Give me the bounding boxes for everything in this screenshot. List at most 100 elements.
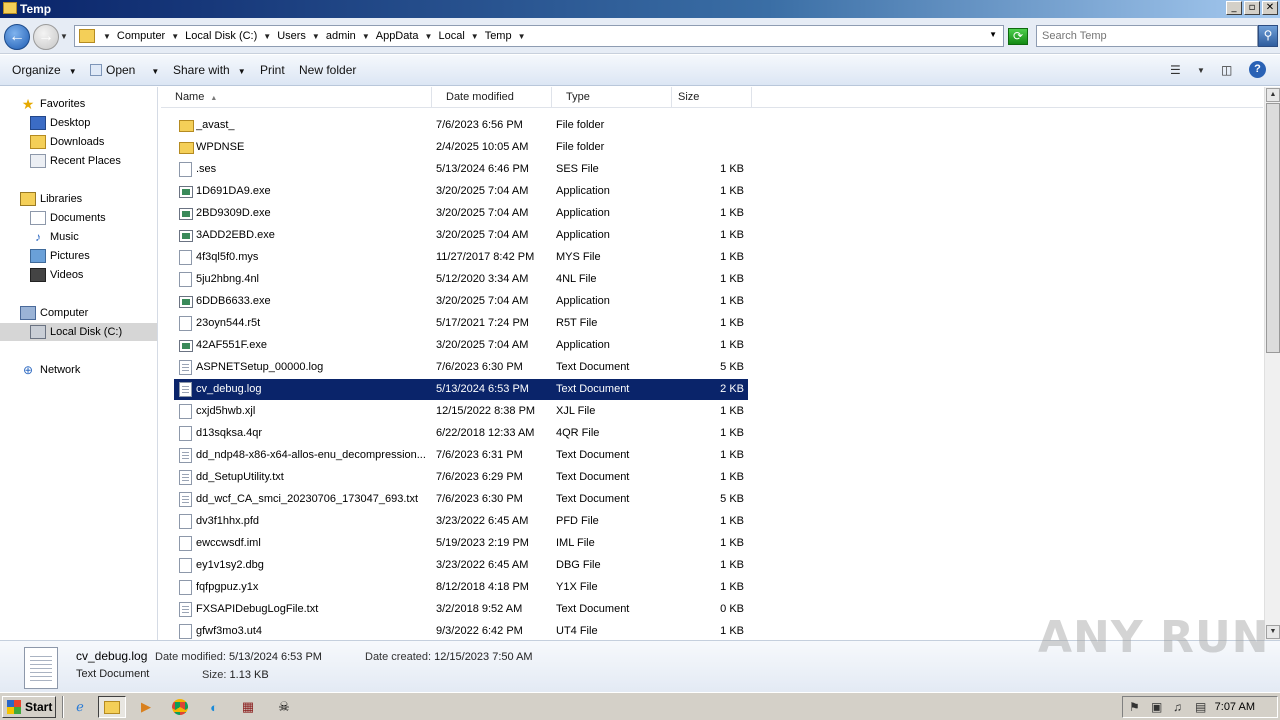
breadcrumb-admin[interactable]: admin xyxy=(326,30,356,42)
file-row[interactable]: _avast_ 7/6/2023 6:56 PM File folder xyxy=(174,115,748,136)
forward-button[interactable]: → xyxy=(33,24,59,50)
file-row[interactable]: .ses 5/13/2024 6:46 PM SES File 1 KB xyxy=(174,159,748,180)
file-row[interactable]: dd_SetupUtility.txt 7/6/2023 6:29 PM Text … xyxy=(174,467,748,488)
nav-local-disk[interactable]: Local Disk (C:) xyxy=(0,323,157,341)
file-row[interactable]: cxjd5hwb.xjl 12/15/2022 8:38 PM XJL File 1 … xyxy=(174,401,748,422)
clock[interactable]: 7:07 AM xyxy=(1215,701,1255,713)
minimize-button[interactable]: _ xyxy=(1226,1,1242,15)
breadcrumb-local-disk[interactable]: Local Disk (C:) xyxy=(185,30,257,42)
nav-computer[interactable]: Computer xyxy=(20,304,88,322)
file-row[interactable]: 23oyn544.r5t 5/17/2021 7:24 PM R5T File 1 K… xyxy=(174,313,748,334)
star-icon: ★ xyxy=(21,96,35,112)
column-date-modified[interactable]: Date modified xyxy=(432,87,552,108)
file-size: 1 KB xyxy=(720,537,744,549)
file-row[interactable]: 6DDB6633.exe 3/20/2025 7:04 AM Application… xyxy=(174,291,748,312)
file-type: File folder xyxy=(556,141,605,153)
file-row[interactable]: 1D691DA9.exe 3/20/2025 7:04 AM Application… xyxy=(174,181,748,202)
nav-downloads[interactable]: Downloads xyxy=(30,133,104,151)
file-row[interactable]: ey1v1sy2.dbg 3/23/2022 6:45 AM DBG File 1 K… xyxy=(174,555,748,576)
chevron-down-icon[interactable]: ▼ xyxy=(518,32,526,41)
action-center-flag-icon[interactable]: ⚑ xyxy=(1129,700,1140,714)
chevron-down-icon[interactable]: ▼ xyxy=(171,32,179,41)
file-row[interactable]: 4f3ql5f0.mys 11/27/2017 8:42 PM MYS File 1 … xyxy=(174,247,748,268)
breadcrumb-users[interactable]: Users xyxy=(277,30,306,42)
chevron-down-icon[interactable]: ▼ xyxy=(1197,66,1205,75)
file-row[interactable]: fqfpgpuz.y1x 8/12/2018 4:18 PM Y1X File 1 K… xyxy=(174,577,748,598)
explorer-icon[interactable] xyxy=(98,696,126,718)
breadcrumb-appdata[interactable]: AppData xyxy=(376,30,419,42)
file-row[interactable]: 2BD9309D.exe 3/20/2025 7:04 AM Application… xyxy=(174,203,748,224)
nav-music[interactable]: ♪ Music xyxy=(30,228,79,246)
nav-network[interactable]: ⊕ Network xyxy=(20,361,80,379)
volume-icon[interactable]: ♫ xyxy=(1173,700,1182,714)
file-row[interactable]: gfwf3mo3.ut4 9/3/2022 6:42 PM UT4 File 1 KB xyxy=(174,621,748,640)
internet-explorer-icon[interactable]: ℯ xyxy=(66,696,94,718)
search-icon[interactable]: ⚲ xyxy=(1258,25,1278,47)
search-input[interactable] xyxy=(1037,26,1237,46)
view-options-icon[interactable]: ☰ xyxy=(1170,63,1181,77)
column-name[interactable]: Name ▲ xyxy=(161,87,432,108)
address-history-dropdown[interactable]: ▼ xyxy=(989,30,997,39)
vertical-scrollbar[interactable]: ▲ ▼ xyxy=(1264,87,1280,640)
file-list: _avast_ 7/6/2023 6:56 PM File folder WPDNSE… xyxy=(161,108,1263,640)
chrome-icon[interactable] xyxy=(166,696,194,718)
file-row[interactable]: WPDNSE 2/4/2025 10:05 AM File folder xyxy=(174,137,748,158)
nav-libraries[interactable]: Libraries xyxy=(20,190,82,208)
file-row[interactable]: d13sqksa.4qr 6/22/2018 12:33 AM 4QR File 1 … xyxy=(174,423,748,444)
chevron-down-icon[interactable]: ▼ xyxy=(103,32,111,41)
file-row[interactable]: cv_debug.log 5/13/2024 6:53 PM Text Docume… xyxy=(174,379,748,400)
recent-pages-dropdown[interactable]: ▼ xyxy=(60,32,68,41)
file-row[interactable]: 3ADD2EBD.exe 3/20/2025 7:04 AM Application… xyxy=(174,225,748,246)
breadcrumb-computer[interactable]: Computer xyxy=(117,30,165,42)
file-row[interactable]: ewccwsdf.iml 5/19/2023 2:19 PM IML File 1 K… xyxy=(174,533,748,554)
maximize-button[interactable]: ▫ xyxy=(1244,1,1260,15)
chevron-down-icon[interactable]: ▼ xyxy=(151,67,159,76)
column-size[interactable]: Size xyxy=(672,87,752,108)
file-row[interactable]: dd_wcf_CA_smci_20230706_173047_693.txt 7/… xyxy=(174,489,748,510)
new-folder-button[interactable]: New folder xyxy=(299,63,356,77)
help-icon[interactable]: ? xyxy=(1249,61,1266,78)
search-box[interactable] xyxy=(1036,25,1258,47)
chevron-down-icon[interactable]: ▼ xyxy=(425,32,433,41)
nav-documents[interactable]: Documents xyxy=(30,209,106,227)
file-row[interactable]: 5ju2hbng.4nl 5/12/2020 3:34 AM 4NL File 1 K… xyxy=(174,269,748,290)
nav-desktop[interactable]: Desktop xyxy=(30,114,90,132)
text-document-icon xyxy=(179,470,192,485)
chevron-down-icon[interactable]: ▼ xyxy=(263,32,271,41)
back-button[interactable]: ← xyxy=(4,24,30,50)
chevron-down-icon[interactable]: ▼ xyxy=(362,32,370,41)
preview-pane-icon[interactable]: ◫ xyxy=(1221,63,1232,77)
column-type[interactable]: Type xyxy=(552,87,672,108)
security-icon[interactable]: ▤ xyxy=(1195,700,1206,714)
share-with-button[interactable]: Share with ▼ xyxy=(173,63,246,77)
close-button[interactable]: ✕ xyxy=(1262,1,1278,15)
scroll-up-button[interactable]: ▲ xyxy=(1266,88,1280,102)
scroll-thumb[interactable] xyxy=(1266,103,1280,353)
chevron-down-icon[interactable]: ▼ xyxy=(312,32,320,41)
details-date-created: Date created: 12/15/2023 7:50 AM xyxy=(365,651,533,663)
start-button[interactable]: Start xyxy=(2,696,56,718)
refresh-button[interactable]: ⟳ xyxy=(1008,28,1028,45)
file-row[interactable]: dv3f1hhx.pfd 3/23/2022 6:45 AM PFD File 1 K… xyxy=(174,511,748,532)
address-bar[interactable]: ▼ Computer ▼ Local Disk (C:) ▼ Users ▼ a… xyxy=(74,25,1004,47)
nav-recent-places[interactable]: Recent Places xyxy=(30,152,121,170)
media-player-icon[interactable]: ▶ xyxy=(132,696,160,718)
print-button[interactable]: Print xyxy=(260,63,285,77)
winrar-icon[interactable]: ▦ xyxy=(234,696,262,718)
nav-pictures[interactable]: Pictures xyxy=(30,247,90,265)
file-row[interactable]: FXSAPIDebugLogFile.txt 3/2/2018 9:52 AM Te… xyxy=(174,599,748,620)
breadcrumb-local[interactable]: Local xyxy=(438,30,464,42)
edge-icon[interactable]: ◐ xyxy=(200,696,228,718)
file-row[interactable]: 42AF551F.exe 3/20/2025 7:04 AM Application… xyxy=(174,335,748,356)
file-size: 1 KB xyxy=(720,625,744,637)
file-row[interactable]: dd_ndp48-x86-x64-allos-enu_decompression… xyxy=(174,445,748,466)
open-button[interactable]: Open ▼ xyxy=(90,63,159,77)
organize-button[interactable]: Organize ▼ xyxy=(12,63,77,77)
nav-videos[interactable]: Videos xyxy=(30,266,83,284)
malware-icon[interactable]: ☠ xyxy=(270,696,298,718)
network-tray-icon[interactable]: ▣ xyxy=(1151,700,1162,714)
chevron-down-icon[interactable]: ▼ xyxy=(471,32,479,41)
breadcrumb-temp[interactable]: Temp xyxy=(485,30,512,42)
nav-favorites[interactable]: ★ Favorites xyxy=(20,95,86,113)
file-row[interactable]: ASPNETSetup_00000.log 7/6/2023 6:30 PM Tex… xyxy=(174,357,748,378)
